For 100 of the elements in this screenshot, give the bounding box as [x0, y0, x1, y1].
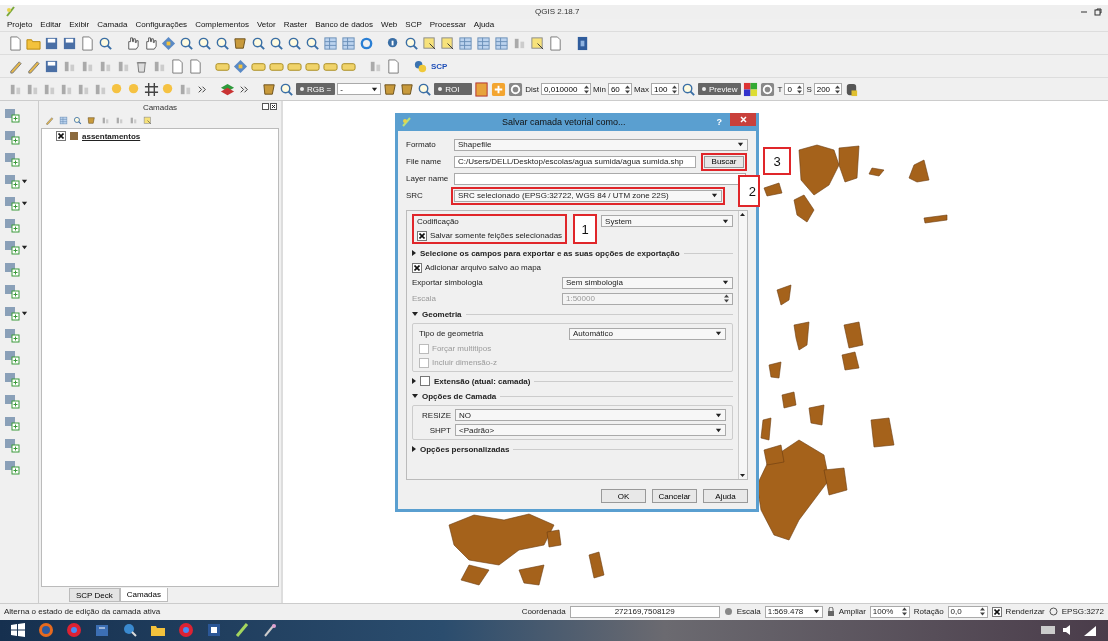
table-icon[interactable]	[476, 35, 491, 51]
selection-icon[interactable]	[440, 35, 455, 51]
geometry-type-combo[interactable]: Automático	[569, 327, 726, 340]
magnifier-icon[interactable]	[269, 35, 284, 51]
save-icon[interactable]	[44, 35, 59, 51]
layer-plus-icon[interactable]	[4, 261, 20, 278]
save-icon[interactable]	[44, 58, 59, 74]
magnifier-icon[interactable]	[251, 35, 266, 51]
rgb-toggle[interactable]: RGB =	[296, 83, 336, 96]
tool-icon[interactable]	[101, 116, 110, 126]
polygon-icon[interactable]	[87, 116, 96, 126]
magnifier-icon[interactable]	[73, 116, 82, 126]
layer-plus-icon[interactable]	[4, 371, 20, 388]
pencil-icon[interactable]	[8, 58, 23, 74]
scroll-up-icon[interactable]	[739, 211, 746, 219]
spin-arrows-icon[interactable]	[797, 84, 803, 94]
layer-plus-icon[interactable]	[4, 393, 20, 410]
layers-icon[interactable]	[220, 81, 235, 97]
page-icon[interactable]	[8, 35, 23, 51]
page-icon[interactable]	[548, 35, 563, 51]
scale-combo[interactable]: 1:569.478	[764, 605, 823, 618]
magnifier-icon[interactable]	[305, 35, 320, 51]
expander-icon[interactable]	[412, 250, 416, 257]
layer-plus-icon[interactable]	[4, 459, 20, 476]
coordinate-field[interactable]: 272169,7508129	[569, 605, 720, 618]
polygon-icon[interactable]	[383, 81, 399, 97]
dock-tab[interactable]: Camadas	[119, 588, 168, 603]
page-icon[interactable]	[188, 58, 203, 74]
save-icon[interactable]	[62, 35, 77, 51]
menu-item[interactable]: Banco de dados	[315, 20, 373, 30]
menu-item[interactable]: Vetor	[256, 20, 276, 30]
layer-plus-icon[interactable]	[4, 305, 20, 322]
checkbox[interactable]	[420, 376, 430, 387]
windows-start-icon[interactable]	[10, 622, 26, 639]
checkbox[interactable]	[417, 230, 427, 241]
menu-item[interactable]: Editar	[40, 20, 62, 30]
magnifier-icon[interactable]	[98, 35, 113, 51]
checkbox[interactable]	[412, 262, 422, 273]
magnification-spin-field[interactable]: 100%	[869, 605, 910, 618]
roi-icon[interactable]	[474, 81, 490, 97]
layer-name-field[interactable]	[454, 172, 746, 185]
table-icon[interactable]	[59, 116, 68, 126]
scroll-down-icon[interactable]	[739, 472, 746, 480]
option-combo[interactable]: <Padrão>	[455, 424, 726, 437]
book-icon[interactable]	[575, 35, 590, 51]
table-icon[interactable]	[458, 35, 473, 51]
spin-field[interactable]: 100	[651, 83, 680, 96]
layer-plus-icon[interactable]	[4, 283, 20, 300]
spin-arrows-icon[interactable]	[834, 84, 840, 94]
grid-icon[interactable]	[144, 81, 159, 97]
spin-field[interactable]: 60	[607, 83, 632, 96]
lock-icon[interactable]	[826, 607, 835, 617]
roi-toggle[interactable]: ROI	[434, 83, 473, 96]
pencil-icon[interactable]	[234, 622, 250, 639]
menu-item[interactable]: Projeto	[7, 20, 33, 30]
magnifier-icon[interactable]	[122, 622, 138, 639]
layer-plus-icon[interactable]	[4, 327, 20, 344]
tool-icon[interactable]	[129, 116, 138, 126]
menu-item[interactable]: Processar	[429, 20, 466, 30]
polygon-icon[interactable]	[400, 81, 416, 97]
close-button[interactable]	[730, 113, 756, 127]
float-icon[interactable]	[262, 103, 269, 111]
magnifier-icon[interactable]	[681, 81, 697, 97]
section-title[interactable]: Extensão (atual: camada)	[434, 376, 531, 386]
menu-item[interactable]: Raster	[283, 20, 308, 30]
refresh-icon[interactable]	[359, 35, 374, 51]
spin-field[interactable]: 0	[784, 83, 805, 96]
magnifier-icon[interactable]	[279, 81, 294, 97]
rgb-combo[interactable]: -	[337, 83, 382, 96]
color-squares-icon[interactable]	[743, 81, 759, 97]
plus-icon[interactable]	[491, 81, 507, 97]
diamond-icon[interactable]	[161, 35, 176, 51]
python-icon[interactable]	[413, 58, 428, 74]
selection-icon[interactable]	[530, 35, 545, 51]
menu-item[interactable]: SCP	[405, 20, 422, 30]
encoding-combo[interactable]: System	[601, 215, 733, 228]
hand-icon[interactable]	[143, 35, 158, 51]
polygon-icon[interactable]	[233, 35, 248, 51]
circle-app-icon[interactable]	[66, 622, 82, 639]
menu-item[interactable]: Complementos	[195, 20, 249, 30]
section-title[interactable]: Opções personalizadas	[420, 444, 510, 454]
file-name-field[interactable]: C:/Users/DELL/Desktop/escolas/agua sumida/agua sumida.shp	[454, 155, 696, 168]
expander-icon[interactable]	[412, 446, 416, 453]
page-icon[interactable]	[386, 58, 401, 74]
menu-item[interactable]: Camada	[97, 20, 128, 30]
table-icon[interactable]	[494, 35, 509, 51]
menu-item[interactable]: Web	[381, 20, 398, 30]
layer-plus-icon[interactable]	[4, 173, 20, 190]
magnifier-icon[interactable]	[417, 81, 433, 97]
dialog-button[interactable]: OK	[601, 489, 646, 504]
menu-item[interactable]: Exibir	[69, 20, 90, 30]
layer-plus-icon[interactable]	[4, 151, 20, 168]
selection-icon[interactable]	[422, 35, 437, 51]
layer-plus-icon[interactable]	[4, 349, 20, 366]
page-icon[interactable]	[170, 58, 185, 74]
magnifier-icon[interactable]	[197, 35, 212, 51]
format-combo[interactable]: Shapefile	[454, 138, 748, 151]
spin-field[interactable]: 200	[813, 83, 842, 96]
magnifier-icon[interactable]	[215, 35, 230, 51]
dialog-button[interactable]: Cancelar	[652, 489, 697, 504]
